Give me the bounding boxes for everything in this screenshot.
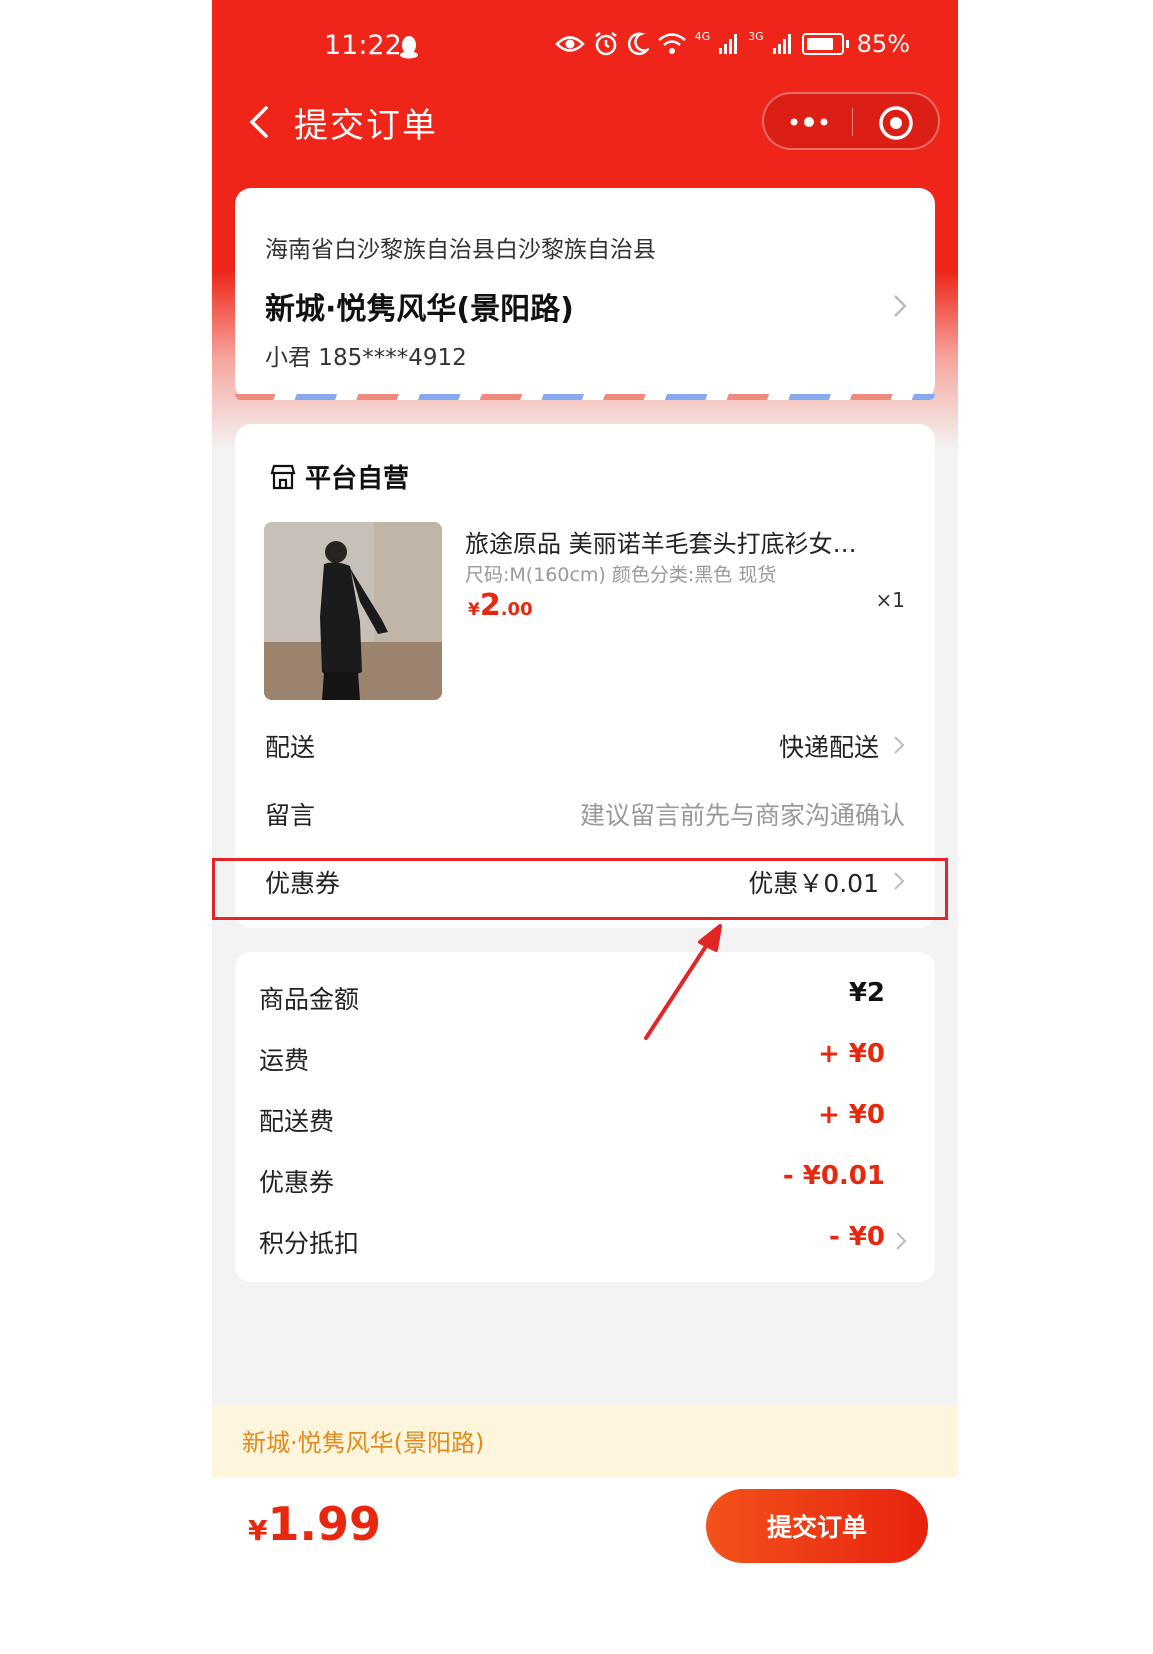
chevron-right-icon (894, 736, 905, 754)
summary-row: 商品金额 ¥2 (259, 978, 885, 1014)
product-title: 旅途原品 美丽诺羊毛套头打底衫女… (465, 530, 857, 558)
address-card[interactable]: 海南省白沙黎族自治县白沙黎族自治县 新城·悦隽风华(景阳路) 小君 185***… (235, 188, 935, 400)
wifi-icon (657, 33, 686, 54)
address-detail: 新城·悦隽风华(景阳路) (265, 292, 574, 327)
signal-icon (719, 34, 738, 54)
product-photo (264, 522, 442, 700)
phone-screen: 11:22 4G 3G 85% 提交订单 海南省白沙黎族自治县白沙黎族自治县 新… (212, 0, 958, 1654)
message-label: 留言 (265, 801, 316, 830)
price-summary-card: 商品金额 ¥2 运费 + ¥0 配送费 + ¥0 优惠券 - ¥0.01 积分抵… (235, 952, 935, 1282)
notice-text: 新城·悦隽风华(景阳路) (242, 1429, 485, 1457)
status-time: 11:22 (324, 30, 402, 61)
qq-penguin-icon (400, 36, 418, 59)
network-label-1: 4G (694, 29, 711, 43)
delivery-row[interactable]: 配送 快递配送 (265, 720, 905, 770)
points-deduction-row[interactable]: 积分抵扣 - ¥0 (259, 1216, 909, 1266)
battery-icon (801, 33, 844, 55)
eye-icon (554, 36, 585, 52)
alarm-icon (594, 32, 617, 56)
summary-row: 配送费 + ¥0 (259, 1100, 885, 1136)
message-input[interactable]: 建议留言前先与商家沟通确认 (580, 796, 905, 832)
shop-name: 平台自营 (305, 464, 410, 494)
moon-icon (627, 32, 649, 56)
network-label-2: 3G (748, 29, 764, 43)
total-price: ¥1.99 (248, 1497, 381, 1551)
product-quantity: ×1 (875, 588, 905, 612)
summary-row: 运费 + ¥0 (259, 1039, 885, 1075)
order-card: 平台自营 旅途原品 美丽诺羊毛套头打底衫女… 尺码:M(160cm) 颜色分类:… (235, 424, 935, 928)
back-arrow-icon[interactable] (240, 102, 280, 142)
delivery-label: 配送 (265, 733, 316, 762)
store-icon (270, 464, 296, 489)
status-icons: 4G 3G 85% (554, 29, 910, 58)
chevron-right-icon (894, 295, 907, 317)
address-contact: 小君 185****4912 (265, 345, 467, 371)
message-row[interactable]: 留言 建议留言前先与商家沟通确认 (265, 788, 905, 838)
nav-bar: 提交订单 (212, 90, 958, 160)
battery-level: 85% (856, 30, 910, 58)
miniprogram-capsule (762, 92, 940, 150)
annotation-highlight-box (212, 858, 948, 920)
product-image[interactable] (264, 522, 442, 700)
envelope-stripe (235, 394, 935, 400)
product-spec: 尺码:M(160cm) 颜色分类:黑色 现货 (465, 564, 777, 586)
product-price: ¥2.00 (468, 588, 533, 623)
summary-row: 优惠券 - ¥0.01 (259, 1161, 885, 1197)
checkout-bar: ¥1.99 提交订单 (212, 1477, 958, 1654)
shop-header: 平台自营 (269, 458, 409, 495)
chevron-right-icon (896, 1232, 907, 1250)
delivery-value: 快递配送 (778, 733, 879, 762)
page-title: 提交订单 (294, 106, 438, 146)
signal-icon-2 (772, 34, 791, 54)
address-region: 海南省白沙黎族自治县白沙黎族自治县 (265, 237, 656, 263)
submit-order-button[interactable]: 提交订单 (706, 1489, 928, 1563)
more-dots-icon[interactable] (784, 104, 834, 140)
delivery-notice-bar: 新城·悦隽风华(景阳路) (212, 1405, 958, 1477)
close-target-icon[interactable] (876, 103, 916, 143)
status-bar: 11:22 4G 3G 85% (212, 0, 958, 95)
